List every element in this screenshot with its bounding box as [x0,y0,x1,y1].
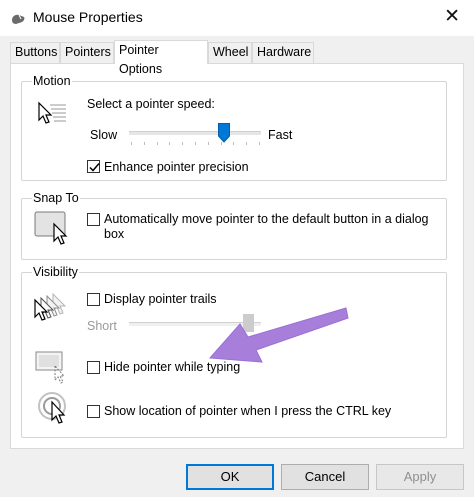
visibility-group-label: Visibility [32,265,79,279]
snap-to-label-line1[interactable]: Automatically move pointer to the defaul… [104,212,429,226]
speed-slider-tick [233,142,234,145]
hide-while-typing-icon [35,350,71,387]
snap-to-button-icon [34,210,74,249]
trails-short-label: Short [87,319,117,333]
slow-label: Slow [90,128,118,142]
trails-slider-thumb[interactable] [243,314,254,332]
hide-while-typing-checkbox[interactable] [87,361,100,374]
apply-button[interactable]: Apply [376,464,464,490]
window-title: Mouse Properties [33,9,143,25]
motion-group-label: Motion [32,74,72,88]
speed-slider-tick [131,142,132,145]
speed-slider-thumb[interactable] [218,123,230,146]
cancel-button[interactable]: Cancel [281,464,369,490]
speed-slider-tick [246,142,247,145]
show-location-checkbox[interactable] [87,405,100,418]
title-bar: Mouse Properties ✕ [0,0,474,36]
tab-pointer-options[interactable]: Pointer Options [114,40,208,76]
enhance-precision-label[interactable]: Enhance pointer precision [104,160,249,174]
show-location-icon [38,390,74,433]
speed-slider-tick [144,142,145,145]
tab-pointers[interactable]: Pointers [60,42,114,63]
speed-slider-tick [208,142,209,145]
speed-slider-tick [195,142,196,145]
snap-to-checkbox[interactable] [87,213,100,226]
speed-slider-tick [157,142,158,145]
tab-hardware[interactable]: Hardware [252,42,314,63]
pointer-trails-label[interactable]: Display pointer trails [104,292,217,306]
tab-buttons[interactable]: Buttons [10,42,60,63]
tab-wheel[interactable]: Wheel [208,42,252,63]
speed-slider-tick [169,142,170,145]
pointer-speed-icon [36,100,68,129]
speed-slider-tick [259,142,260,145]
enhance-precision-checkbox[interactable] [87,160,100,173]
pointer-trails-icon [33,292,73,325]
snap-to-group-label: Snap To [32,191,80,205]
fast-label: Fast [268,128,293,142]
speed-label: Select a pointer speed: [87,97,215,111]
pointer-trails-checkbox[interactable] [87,293,100,306]
snap-to-label-line2[interactable]: box [104,227,124,241]
trails-slider-track[interactable] [129,322,261,326]
close-icon[interactable]: ✕ [444,7,460,26]
show-location-label[interactable]: Show location of pointer when I press th… [104,404,391,418]
speed-slider-tick [182,142,183,145]
snap-to-group: Snap To [21,191,447,260]
speed-slider-track[interactable] [129,131,261,135]
mouse-icon [10,10,26,26]
ok-button[interactable]: OK [186,464,274,490]
hide-while-typing-label[interactable]: Hide pointer while typing [104,360,240,374]
